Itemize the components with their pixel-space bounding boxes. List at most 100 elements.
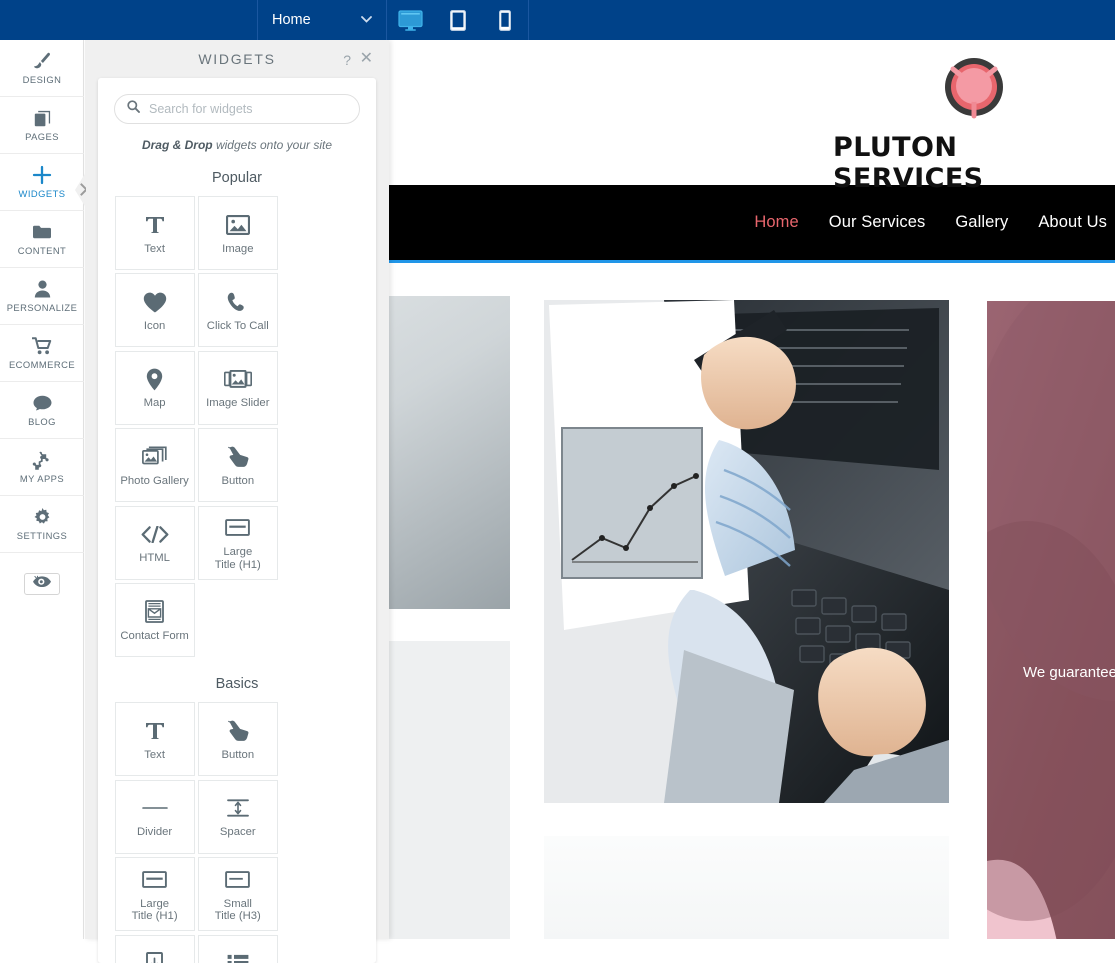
widget-contact-form[interactable]: Contact Form <box>114 582 195 657</box>
folder-icon <box>32 223 52 242</box>
widget-text[interactable]: Text <box>114 196 195 270</box>
widgets-scroll-area[interactable]: Drag & Drop widgets onto your site Popul… <box>98 78 376 963</box>
small-title-box-icon <box>225 866 251 894</box>
bulleted-list-icon <box>227 949 249 963</box>
businessman-tie-photo[interactable] <box>389 641 510 939</box>
widget-photo-gallery[interactable]: Photo Gallery <box>114 428 195 503</box>
widget-label: Text <box>144 242 165 255</box>
widgets-panel-card: Drag & Drop widgets onto your site Popul… <box>98 78 376 963</box>
sidebar-item-label: CONTENT <box>17 244 67 256</box>
widget-label: Click To Call <box>206 320 269 333</box>
drag-drop-hint-bold: Drag & Drop <box>141 138 213 152</box>
sidebar-item-pages[interactable]: PAGES <box>0 97 84 154</box>
widget-spacer[interactable]: Spacer <box>197 779 278 854</box>
widget-image-slider[interactable]: Image Slider <box>197 350 278 425</box>
laptop-chart-meeting-photo[interactable] <box>544 300 949 803</box>
widget-basics-large-title-h1[interactable]: Large Title (H1) <box>114 857 195 932</box>
sidebar-item-label: PERSONALIZE <box>6 301 78 313</box>
widget-large-title-h1[interactable]: Large Title (H1) <box>197 505 278 580</box>
eye-preview-icon <box>32 575 52 593</box>
search-icon <box>127 100 140 118</box>
person-icon <box>34 280 51 299</box>
sidebar-item-content[interactable]: CONTENT <box>0 211 84 268</box>
nav-link-gallery[interactable]: Gallery <box>955 213 1008 232</box>
preview-row <box>0 553 83 615</box>
contact-form-icon <box>145 598 164 626</box>
site-logo[interactable]: PLUTON SERVICES <box>833 50 1115 194</box>
widget-icon[interactable]: Icon <box>114 273 195 348</box>
nav-link-about-us[interactable]: About Us <box>1038 213 1107 232</box>
smiling-team-photo[interactable] <box>544 836 949 939</box>
site-preview-button[interactable] <box>23 573 60 595</box>
mobile-phone-icon <box>498 9 511 31</box>
widget-click-to-call[interactable]: Click To Call <box>197 273 278 348</box>
plus-icon <box>32 165 52 185</box>
widget-label: Spacer <box>219 826 256 839</box>
pluton-circle-logo-icon <box>935 50 1013 128</box>
widget-label: Photo Gallery <box>120 474 189 487</box>
widget-image[interactable]: Image <box>197 196 278 270</box>
vertical-arrow-spacer-icon <box>226 794 250 822</box>
sidebar-item-label: MY APPS <box>19 472 65 484</box>
heart-icon <box>143 288 167 316</box>
top-toolbar: Home <box>0 0 1115 40</box>
widget-label: HTML <box>139 552 170 565</box>
large-title-box-icon <box>142 866 167 894</box>
sidebar-item-settings[interactable]: SETTINGS <box>0 496 84 553</box>
widget-basics-text[interactable]: Text <box>114 702 195 777</box>
search-input[interactable] <box>149 102 347 116</box>
desktop-monitor-icon <box>398 9 423 31</box>
sidebar-item-widgets[interactable]: WIDGETS <box>0 154 84 211</box>
device-view-tablet-button[interactable] <box>434 0 481 40</box>
widget-grid-popular: Text Image Icon Click To Call Map Image … <box>114 196 360 658</box>
site-header: PLUTON SERVICES <box>389 40 1115 194</box>
gear-icon <box>33 507 52 527</box>
widget-label: Contact Form <box>120 629 189 642</box>
section-title-basics: Basics <box>215 676 259 693</box>
widget-html[interactable]: HTML <box>114 505 195 580</box>
section-title-popular: Popular <box>212 170 262 186</box>
sidebar-item-my-apps[interactable]: MY APPS <box>0 439 84 496</box>
nav-link-home[interactable]: Home <box>754 213 798 232</box>
image-slider-icon <box>223 365 252 393</box>
sidebar-item-ecommerce[interactable]: ECOMMERCE <box>0 325 84 382</box>
image-picture-icon <box>225 211 250 239</box>
file-download-icon <box>146 949 164 963</box>
question-mark-icon[interactable]: ? <box>343 52 351 68</box>
page-selector-dropdown[interactable]: Home <box>258 0 386 40</box>
widget-basics-button[interactable]: Button <box>197 702 278 777</box>
widget-divider[interactable]: Divider <box>114 779 195 854</box>
promo-panel[interactable]: We guarantee <box>987 301 1115 939</box>
speech-bubble-icon <box>33 394 52 413</box>
serif-T-icon <box>144 211 166 239</box>
sidebar-item-blog[interactable]: BLOG <box>0 382 84 439</box>
nav-link-our-services[interactable]: Our Services <box>829 213 926 232</box>
widget-label: Divider <box>137 826 173 839</box>
shopping-cart-icon <box>31 337 53 356</box>
widget-button[interactable]: Button <box>197 428 278 503</box>
widget-label: Text <box>144 749 165 762</box>
widget-label: Large Title (H1) <box>214 545 261 571</box>
widget-small-title-h3[interactable]: Small Title (H3) <box>197 857 278 932</box>
widget-label: Map <box>143 397 166 410</box>
widget-label: Small Title (H3) <box>214 897 261 923</box>
left-navigation-rail: DESIGN PAGES WIDGETS CONTENT PERSONALIZE… <box>0 40 84 939</box>
widgets-panel-header: WIDGETS ? ✕ <box>85 40 389 78</box>
sidebar-item-personalize[interactable]: PERSONALIZE <box>0 268 84 325</box>
pointing-hand-icon <box>227 443 249 471</box>
widget-label: Image <box>222 242 254 255</box>
sidebar-item-design[interactable]: DESIGN <box>0 40 84 97</box>
map-pin-icon <box>146 365 163 393</box>
close-x-icon[interactable]: ✕ <box>360 50 373 66</box>
site-preview-canvas[interactable]: PLUTON SERVICES Home Our Services Galler… <box>389 40 1115 939</box>
toolbar-left-spacer <box>0 0 257 40</box>
device-view-desktop-button[interactable] <box>387 0 434 40</box>
tablet-icon <box>449 9 466 31</box>
device-view-mobile-button[interactable] <box>481 0 528 40</box>
widget-search-field[interactable] <box>114 94 360 124</box>
businesswoman-photo[interactable] <box>389 296 510 609</box>
widget-map[interactable]: Map <box>114 350 195 425</box>
horizontal-line-icon <box>141 794 168 822</box>
site-logo-text: PLUTON SERVICES <box>833 132 984 194</box>
sidebar-item-label: ECOMMERCE <box>8 358 76 370</box>
